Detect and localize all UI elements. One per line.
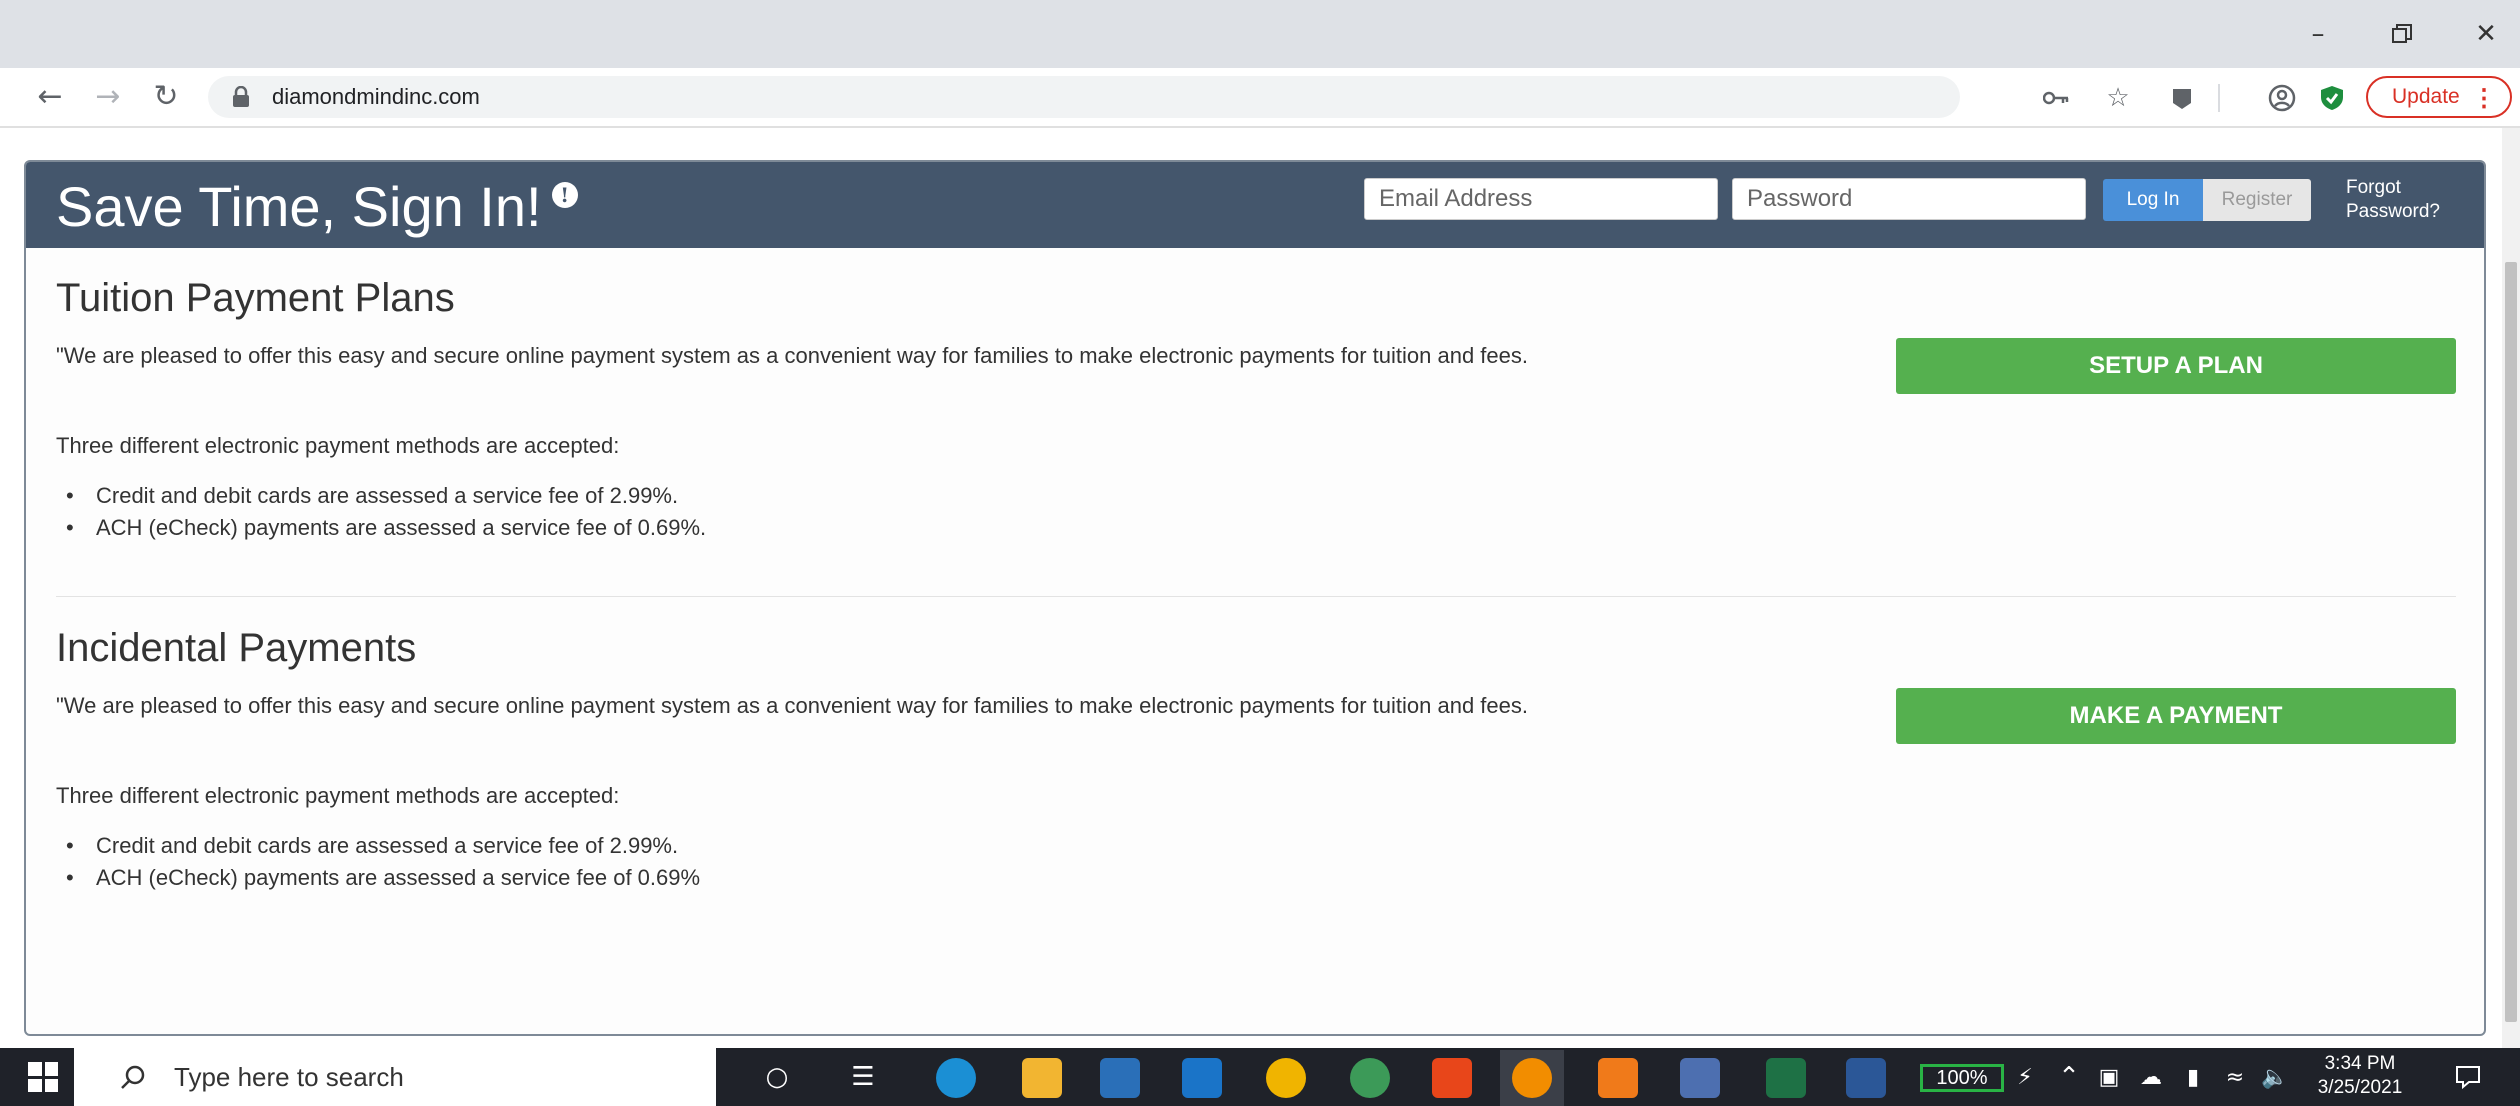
power-plug-icon[interactable]: ⚡	[2010, 1050, 2040, 1104]
section-title-tuition: Tuition Payment Plans	[56, 276, 455, 320]
task-view-icon[interactable]: ☰	[838, 1050, 888, 1104]
email-field[interactable]	[1364, 178, 1718, 220]
taskbar-search[interactable]: Type here to search	[74, 1048, 716, 1106]
avast-icon[interactable]	[1598, 1058, 1638, 1098]
xbox-icon[interactable]	[1350, 1058, 1390, 1098]
wifi-icon[interactable]: ≈	[2218, 1050, 2252, 1104]
list-item: Credit and debit cards are assessed a se…	[56, 830, 700, 862]
chevron-up-icon[interactable]: ⌃	[2054, 1050, 2084, 1104]
edge-icon[interactable]	[936, 1058, 976, 1098]
list-item: ACH (eCheck) payments are assessed a ser…	[56, 862, 700, 894]
onedrive-icon[interactable]: ☁	[2134, 1050, 2168, 1104]
url-text[interactable]: diamondmindinc.com	[272, 84, 480, 110]
make-payment-button[interactable]: MAKE A PAYMENT	[1896, 688, 2456, 744]
menu-dots-icon: ⋮	[2472, 85, 2496, 112]
profile-icon[interactable]	[2262, 78, 2302, 118]
restore-icon[interactable]	[2372, 10, 2432, 58]
store-icon[interactable]	[1100, 1058, 1140, 1098]
browser-titlebar	[0, 0, 2520, 68]
update-button[interactable]: Update ⋮	[2366, 76, 2512, 118]
signin-bar: Save Time, Sign In!! Log In Register For…	[26, 162, 2484, 248]
file-explorer-icon[interactable]	[1022, 1058, 1062, 1098]
fee-list-tuition: Credit and debit cards are assessed a se…	[56, 480, 706, 544]
clock-time: 3:34 PM	[2324, 1053, 2396, 1074]
list-item: Credit and debit cards are assessed a se…	[56, 480, 706, 512]
info-icon[interactable]: !	[551, 182, 578, 208]
section-methods-tuition: Three different electronic payment metho…	[56, 433, 620, 458]
signin-title: Save Time, Sign In!!	[56, 174, 578, 239]
minimize-icon[interactable]: –	[2288, 10, 2348, 58]
payment-card: Save Time, Sign In!! Log In Register For…	[24, 160, 2486, 1036]
register-button[interactable]: Register	[2203, 179, 2311, 221]
scrollbar-thumb[interactable]	[2505, 262, 2517, 1022]
shield-check-icon[interactable]	[2312, 78, 2352, 118]
windows-start-icon[interactable]	[28, 1062, 58, 1092]
fee-list-incidental: Credit and debit cards are assessed a se…	[56, 830, 700, 894]
list-item: ACH (eCheck) payments are assessed a ser…	[56, 512, 706, 544]
meet-now-icon[interactable]: ▣	[2092, 1050, 2126, 1104]
signin-title-text: Save Time, Sign In!	[56, 175, 542, 238]
taskbar-search-placeholder: Type here to search	[174, 1061, 404, 1092]
word-icon[interactable]	[1846, 1058, 1886, 1098]
battery-indicator[interactable]: 100%	[1920, 1064, 2004, 1092]
section-divider	[56, 596, 2456, 597]
mail-icon[interactable]	[1182, 1058, 1222, 1098]
lock-icon	[233, 86, 249, 107]
bookmark-star-icon[interactable]: ☆	[2098, 78, 2138, 118]
toolbar-separator	[2218, 84, 2220, 112]
cortana-icon[interactable]: ○	[752, 1050, 802, 1104]
office-icon[interactable]	[1432, 1058, 1472, 1098]
page-viewport: Save Time, Sign In!! Log In Register For…	[0, 128, 2520, 1048]
back-icon[interactable]: ←	[28, 74, 72, 118]
password-field[interactable]	[1732, 178, 2086, 220]
excel-icon[interactable]	[1766, 1058, 1806, 1098]
search-icon	[121, 1065, 145, 1089]
close-icon[interactable]: ✕	[2456, 10, 2516, 58]
section-title-incidental: Incidental Payments	[56, 626, 417, 670]
chrome-icon[interactable]	[1266, 1058, 1306, 1098]
forward-icon[interactable]: →	[86, 74, 130, 118]
volume-icon[interactable]: 🔈	[2258, 1050, 2292, 1104]
clock-date: 3/25/2021	[2317, 1077, 2403, 1098]
login-button[interactable]: Log In	[2103, 179, 2203, 221]
reload-icon[interactable]: ↻	[144, 74, 188, 118]
taskbar-clock[interactable]: 3:34 PM 3/25/2021	[2310, 1052, 2410, 1100]
extension-icon[interactable]	[2162, 78, 2202, 118]
key-icon[interactable]	[2036, 78, 2076, 118]
forgot-password-link[interactable]: Forgot Password?	[2346, 176, 2466, 224]
setup-plan-button[interactable]: SETUP A PLAN	[1896, 338, 2456, 394]
section-intro-tuition: "We are pleased to offer this easy and s…	[56, 343, 1528, 368]
section-methods-incidental: Three different electronic payment metho…	[56, 783, 620, 808]
section-intro-incidental: "We are pleased to offer this easy and s…	[56, 693, 1528, 718]
avast-browser-icon[interactable]	[1512, 1058, 1552, 1098]
notifications-icon[interactable]	[2446, 1050, 2490, 1104]
remote-desktop-icon[interactable]	[1680, 1058, 1720, 1098]
update-label: Update	[2392, 85, 2460, 108]
battery-icon[interactable]: ▮	[2176, 1050, 2210, 1104]
